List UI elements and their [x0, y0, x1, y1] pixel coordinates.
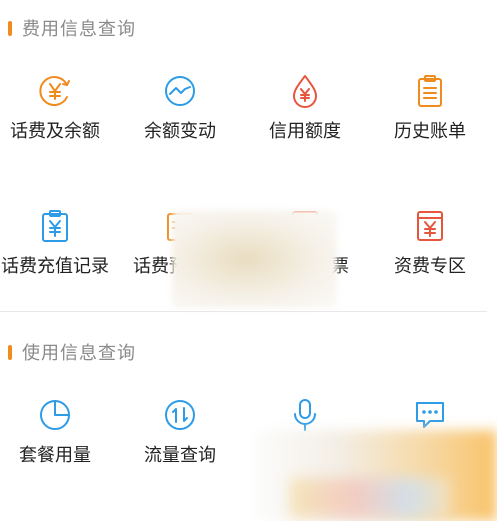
trend-circle-icon [162, 73, 198, 109]
section-header-usage: 使用信息查询 [8, 340, 136, 364]
blurred-overlay [290, 478, 450, 518]
yen-drop-icon [287, 73, 323, 109]
section-title-fee: 费用信息查询 [22, 19, 136, 40]
pie-chart-icon [37, 397, 73, 433]
menu-item-data-query[interactable]: 流量查询 [118, 397, 242, 467]
menu-item-label: 套餐用量 [19, 445, 91, 466]
menu-item-bill-and-balance[interactable]: 话费及余额 [0, 73, 117, 143]
menu-item-label: 话费及余额 [10, 121, 100, 142]
menu-item-credit-limit[interactable]: 信用额度 [243, 73, 367, 143]
yen-clipboard-icon [37, 208, 73, 244]
section-accent-bar [8, 344, 12, 360]
section-title-usage: 使用信息查询 [22, 343, 136, 364]
menu-item-label: 余额变动 [144, 121, 216, 142]
menu-item-label: 信用额度 [269, 121, 341, 142]
menu-item-plan-usage[interactable]: 套餐用量 [0, 397, 117, 467]
section-header-fee: 费用信息查询 [8, 16, 136, 40]
data-arrows-icon [162, 397, 198, 433]
section-divider [0, 311, 487, 312]
section-accent-bar [8, 20, 12, 36]
menu-item-bill-history[interactable]: 历史账单 [368, 73, 492, 143]
yen-document-icon [412, 208, 448, 244]
clipboard-list-icon [412, 73, 448, 109]
blurred-overlay [172, 210, 337, 308]
menu-item-recharge-records[interactable]: 话费充值记录 [0, 208, 117, 278]
menu-item-label: 资费专区 [394, 256, 466, 277]
menu-item-label: 流量查询 [144, 445, 216, 466]
menu-item-balance-change[interactable]: 余额变动 [118, 73, 242, 143]
message-icon [412, 397, 448, 433]
microphone-icon [287, 397, 323, 433]
yen-coin-icon [37, 73, 73, 109]
menu-item-label: 历史账单 [394, 121, 466, 142]
menu-item-tariff-zone[interactable]: 资费专区 [368, 208, 492, 278]
menu-item-label: 话费充值记录 [1, 256, 109, 277]
